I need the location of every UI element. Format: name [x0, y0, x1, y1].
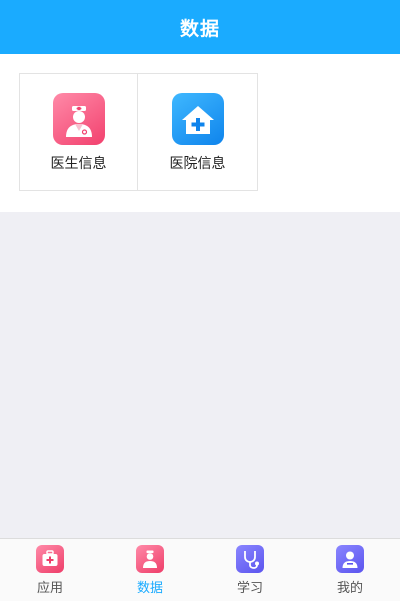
bottom-tab-bar: 应用 数据 学习 我的 [0, 538, 400, 601]
page-title: 数据 [179, 17, 220, 40]
tab-mine[interactable]: 我的 [300, 539, 400, 601]
doctor-icon [52, 93, 105, 145]
tab-apps[interactable]: 应用 [0, 539, 100, 601]
profile-icon [336, 545, 364, 573]
stethoscope-icon [236, 545, 264, 573]
tab-label: 学习 [236, 581, 263, 596]
hospital-icon [171, 93, 224, 145]
content-panel: 医生信息 医院信息 [0, 54, 400, 212]
tile-label: 医生信息 [50, 156, 107, 172]
tile-label: 医院信息 [169, 156, 226, 172]
medical-kit-icon [36, 545, 64, 573]
tab-label: 应用 [36, 581, 63, 596]
doctor-icon [136, 545, 164, 573]
data-grid: 医生信息 医院信息 [19, 73, 258, 193]
tab-learning[interactable]: 学习 [200, 539, 300, 601]
tile-hospital-info[interactable]: 医院信息 [138, 73, 258, 191]
app-header: 数据 [0, 0, 400, 54]
tab-label: 我的 [336, 581, 363, 596]
tile-doctor-info[interactable]: 医生信息 [19, 73, 138, 191]
tab-data[interactable]: 数据 [100, 539, 200, 601]
tab-label: 数据 [136, 581, 163, 596]
